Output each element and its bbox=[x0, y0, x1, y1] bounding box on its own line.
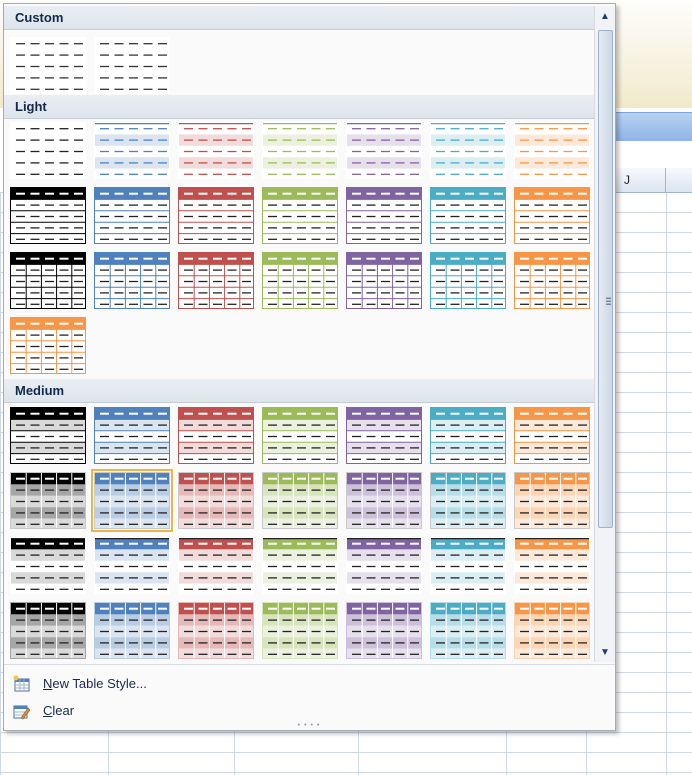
table-style-light-14[interactable] bbox=[514, 187, 590, 244]
table-style-gallery: Custom Light Medium ▲ ━ ━ ━ ▼ New Table Styl… bbox=[3, 3, 616, 731]
table-style-light-11[interactable] bbox=[262, 187, 338, 244]
table-style-medium-4[interactable] bbox=[262, 407, 338, 464]
table-style-medium-8[interactable] bbox=[10, 472, 86, 529]
table-style-medium-9[interactable] bbox=[91, 469, 173, 532]
formula-bar-area bbox=[614, 112, 692, 141]
table-style-medium-28[interactable] bbox=[514, 602, 590, 659]
table-style-medium-13[interactable] bbox=[430, 472, 506, 529]
gallery-footer: New Table Style... Clear • • • • bbox=[4, 664, 615, 730]
table-style-light-10[interactable] bbox=[178, 187, 254, 244]
table-style-medium-23[interactable] bbox=[94, 602, 170, 659]
table-style-light-12[interactable] bbox=[346, 187, 422, 244]
new-table-style-menu-item[interactable]: New Table Style... bbox=[6, 671, 612, 697]
column-header-j[interactable]: J bbox=[614, 168, 666, 192]
table-style-light-20[interactable] bbox=[430, 252, 506, 309]
clear-label: Clear bbox=[43, 698, 74, 724]
table-style-light-3[interactable] bbox=[178, 122, 254, 179]
table-style-medium-21[interactable] bbox=[514, 537, 590, 594]
table-style-medium-6[interactable] bbox=[430, 407, 506, 464]
table-style-medium-20[interactable] bbox=[430, 537, 506, 594]
table-style-light-2[interactable] bbox=[94, 122, 170, 179]
clear-menu-item[interactable]: Clear bbox=[6, 698, 612, 724]
table-style-light-19[interactable] bbox=[346, 252, 422, 309]
table-style-medium-5[interactable] bbox=[346, 407, 422, 464]
resize-grip-icon[interactable]: • • • • bbox=[294, 722, 324, 729]
new-table-style-icon bbox=[13, 675, 30, 692]
table-style-medium-11[interactable] bbox=[262, 472, 338, 529]
table-style-medium-16[interactable] bbox=[94, 537, 170, 594]
grid-line bbox=[666, 192, 667, 775]
table-style-medium-14[interactable] bbox=[514, 472, 590, 529]
table-style-light-6[interactable] bbox=[430, 122, 506, 179]
table-style-medium-2[interactable] bbox=[94, 407, 170, 464]
table-style-custom-1[interactable] bbox=[10, 37, 86, 94]
scroll-up-icon[interactable]: ▲ bbox=[595, 8, 615, 26]
clear-rest: lear bbox=[52, 703, 75, 718]
table-style-light-16[interactable] bbox=[94, 252, 170, 309]
new-style-accel: N bbox=[43, 676, 53, 691]
table-style-medium-7[interactable] bbox=[514, 407, 590, 464]
table-style-medium-10[interactable] bbox=[178, 472, 254, 529]
table-style-medium-27[interactable] bbox=[430, 602, 506, 659]
table-style-light-15[interactable] bbox=[10, 252, 86, 309]
scroll-grip-icon: ━ ━ ━ bbox=[606, 294, 611, 309]
gallery-scrollbar[interactable]: ▲ ━ ━ ━ ▼ bbox=[594, 6, 615, 662]
table-style-medium-19[interactable] bbox=[346, 537, 422, 594]
table-style-light-4[interactable] bbox=[262, 122, 338, 179]
table-style-medium-1[interactable] bbox=[10, 407, 86, 464]
clear-accel: C bbox=[43, 703, 53, 718]
section-header-light: Light bbox=[4, 95, 594, 119]
new-table-style-label: New Table Style... bbox=[43, 671, 147, 697]
section-header-custom: Custom bbox=[4, 6, 594, 30]
table-style-medium-17[interactable] bbox=[178, 537, 254, 594]
table-style-light-17[interactable] bbox=[178, 252, 254, 309]
table-style-custom-2[interactable] bbox=[94, 37, 170, 94]
table-style-light-18[interactable] bbox=[262, 252, 338, 309]
table-style-medium-26[interactable] bbox=[346, 602, 422, 659]
table-style-medium-3[interactable] bbox=[178, 407, 254, 464]
table-style-light-8[interactable] bbox=[10, 187, 86, 244]
table-style-medium-18[interactable] bbox=[262, 537, 338, 594]
table-style-light-5[interactable] bbox=[346, 122, 422, 179]
scroll-down-icon[interactable]: ▼ bbox=[595, 644, 615, 662]
table-style-light-1[interactable] bbox=[10, 122, 86, 179]
table-style-light-7[interactable] bbox=[514, 122, 590, 179]
table-style-medium-24[interactable] bbox=[178, 602, 254, 659]
table-style-medium-12[interactable] bbox=[346, 472, 422, 529]
table-style-light-9[interactable] bbox=[94, 187, 170, 244]
table-style-medium-25[interactable] bbox=[262, 602, 338, 659]
table-style-light-21[interactable] bbox=[514, 252, 590, 309]
table-style-light-22[interactable] bbox=[10, 317, 86, 374]
clear-table-style-icon bbox=[13, 705, 30, 720]
table-style-light-13[interactable] bbox=[430, 187, 506, 244]
table-style-medium-22[interactable] bbox=[10, 602, 86, 659]
table-style-medium-15[interactable] bbox=[10, 537, 86, 594]
section-header-medium: Medium bbox=[4, 379, 594, 403]
scroll-thumb[interactable]: ━ ━ ━ bbox=[598, 30, 613, 528]
new-style-rest: ew Table Style... bbox=[52, 676, 147, 691]
